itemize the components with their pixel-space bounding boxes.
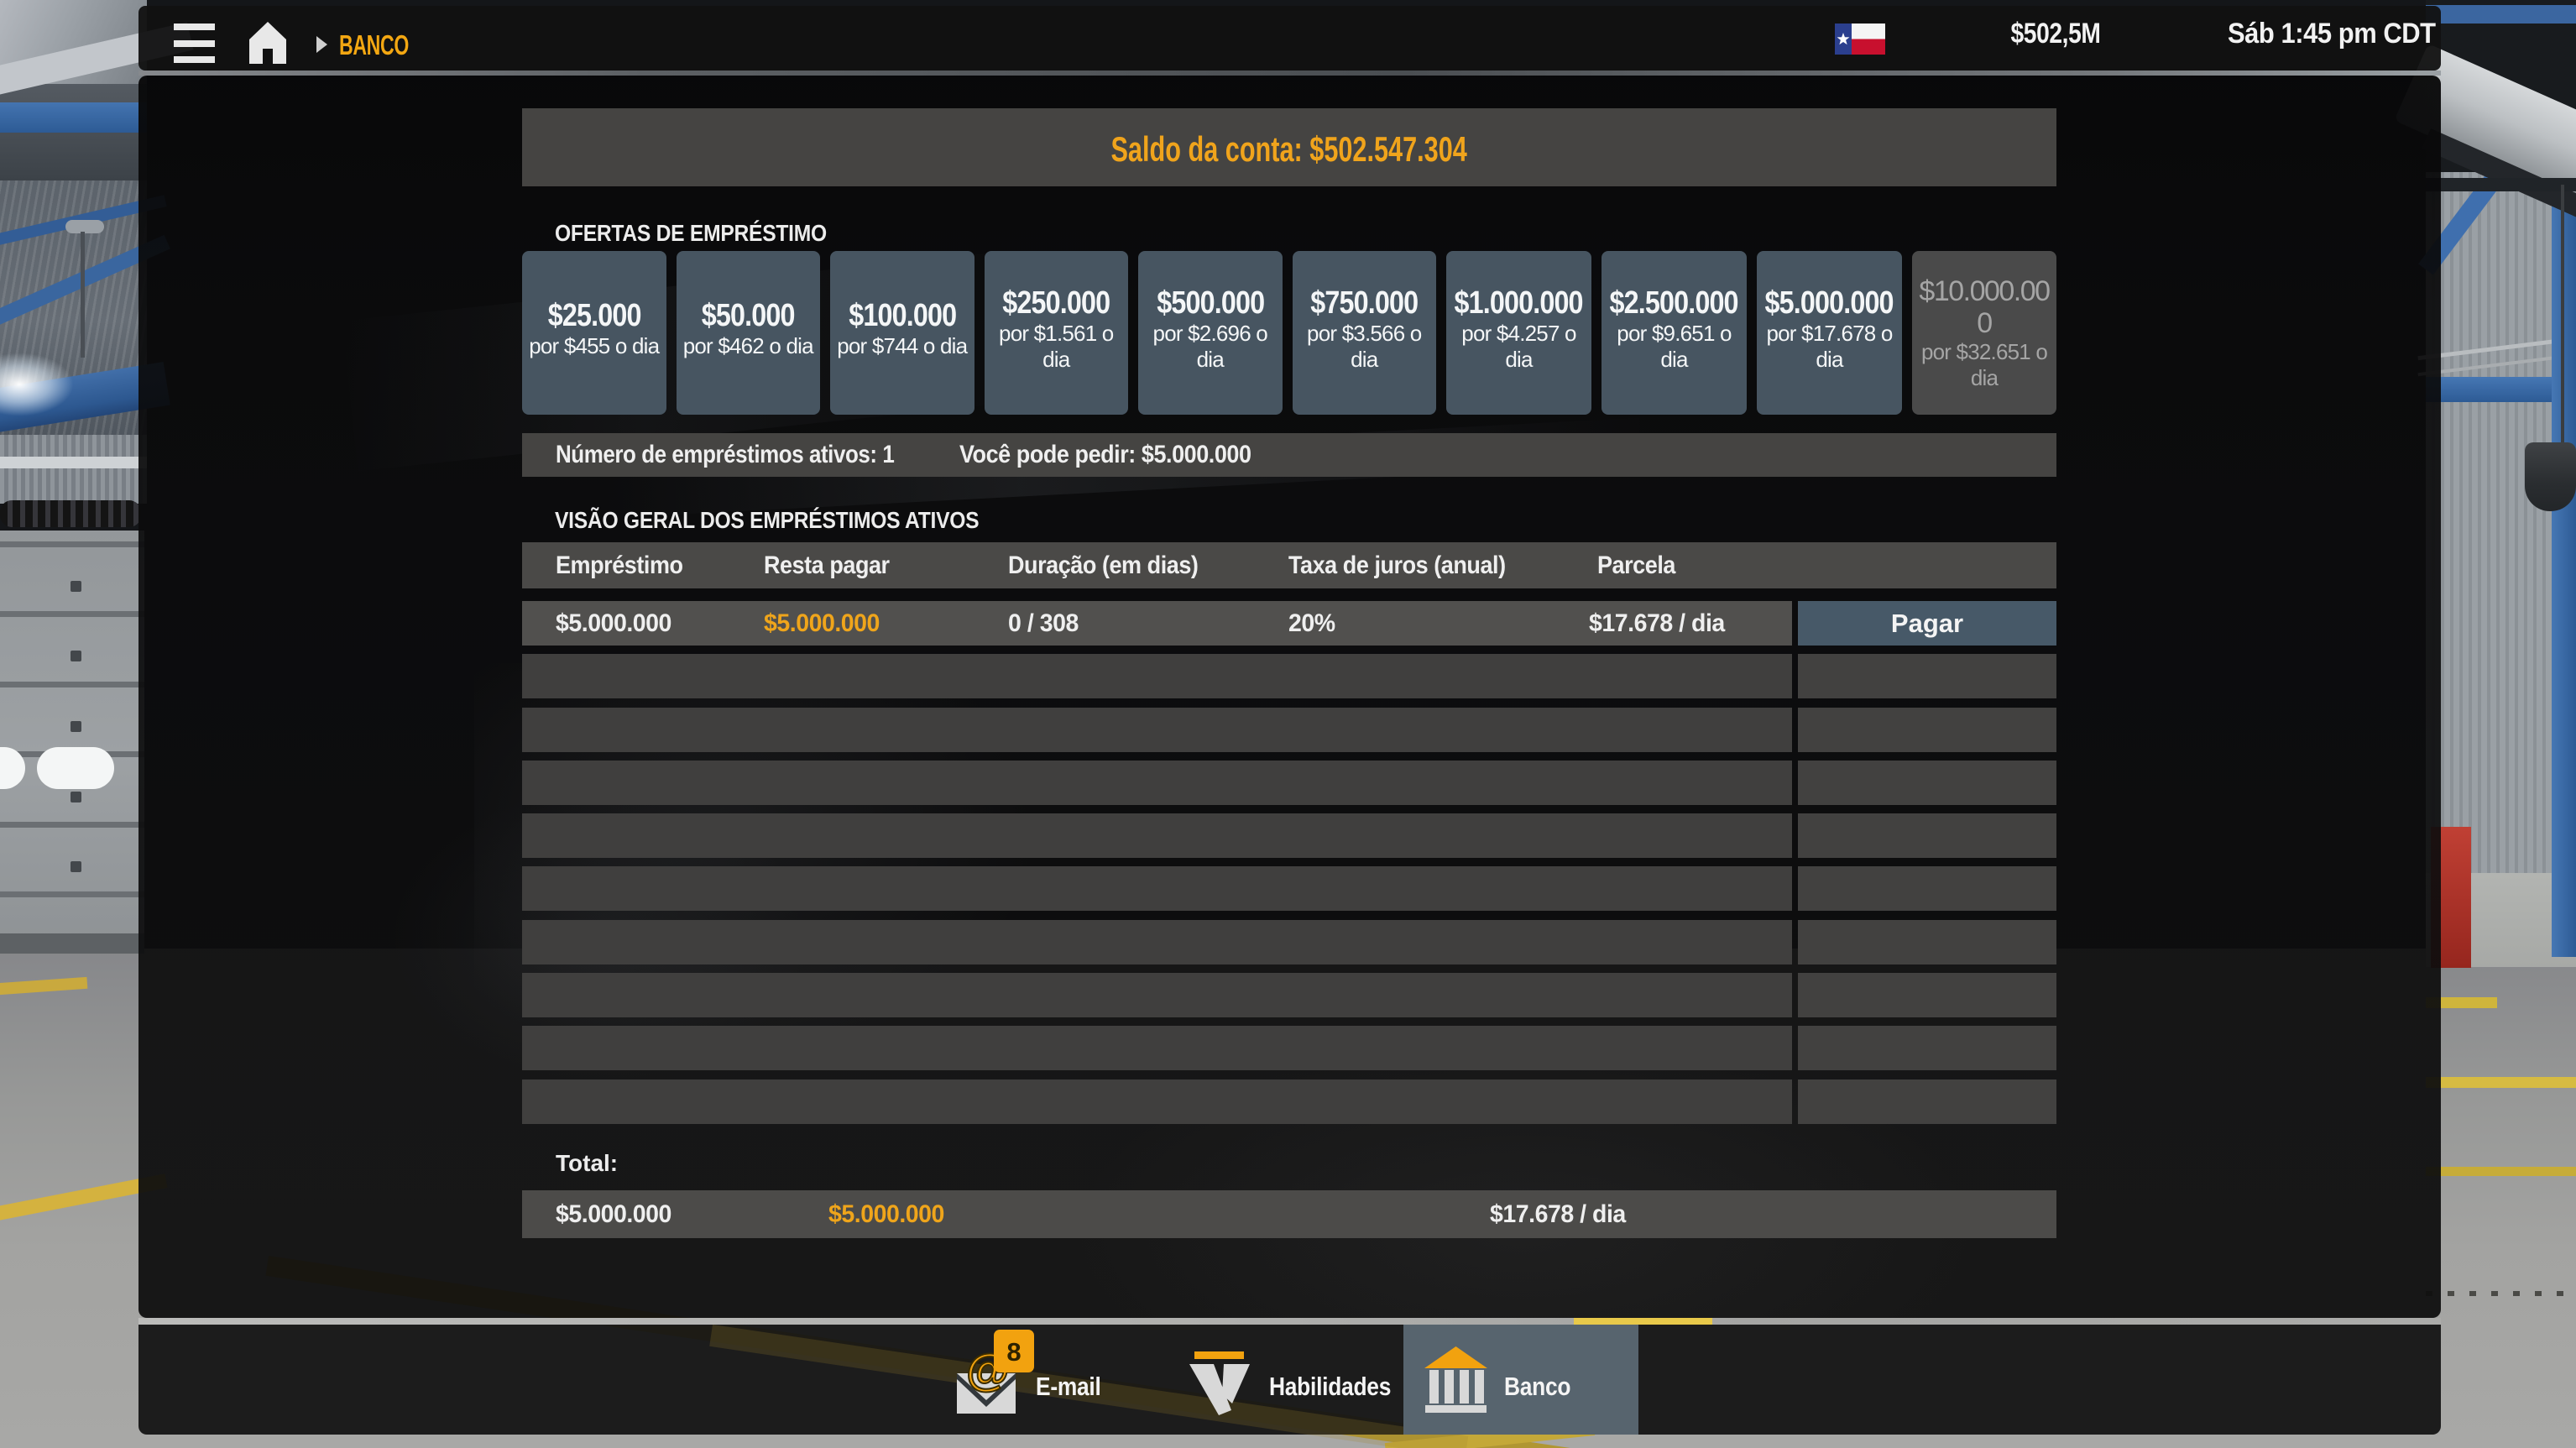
svg-text:8: 8 [1006,1337,1021,1367]
